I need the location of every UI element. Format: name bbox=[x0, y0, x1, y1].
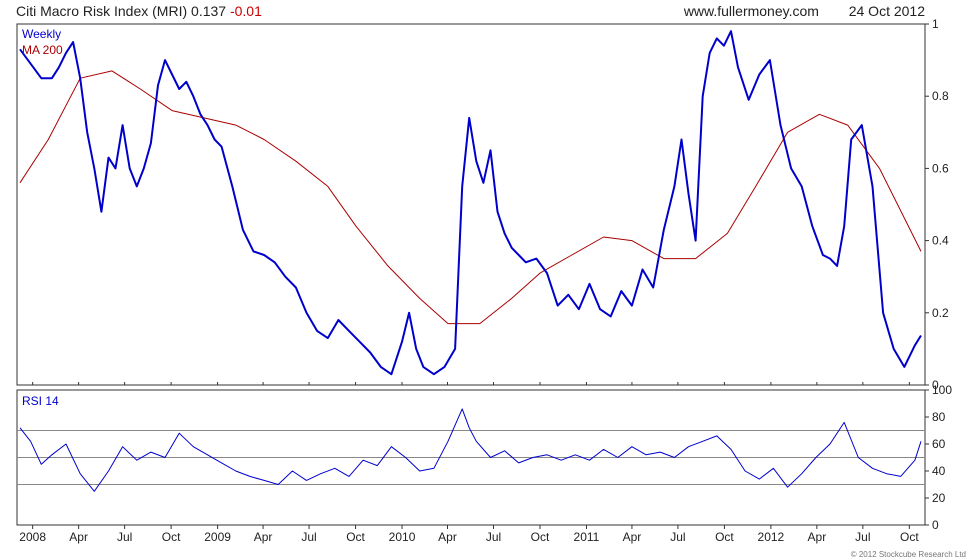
rsi-y-tick-label: 80 bbox=[932, 410, 946, 424]
x-tick-label: Oct bbox=[531, 530, 550, 544]
x-tick-label: Jul bbox=[855, 530, 870, 544]
copyright-note: © 2012 Stockcube Research Ltd bbox=[850, 550, 966, 559]
x-tick-label: Apr bbox=[438, 530, 457, 544]
x-tick-label: Jul bbox=[301, 530, 316, 544]
x-tick-label: Jul bbox=[670, 530, 685, 544]
x-tick-label: Apr bbox=[69, 530, 88, 544]
x-tick-label: Apr bbox=[623, 530, 642, 544]
chart-canvas: 00.20.40.60.810204060801002008 Apr Jul Oct 2… bbox=[16, 17, 952, 544]
main-y-tick-label: 0.6 bbox=[932, 161, 949, 175]
main-y-tick-label: 1 bbox=[932, 17, 939, 31]
x-tick-label: Apr bbox=[254, 530, 273, 544]
legend-ma200: MA 200 bbox=[22, 43, 63, 57]
rsi-y-tick-label: 20 bbox=[932, 491, 946, 505]
x-tick-label: Oct bbox=[346, 530, 365, 544]
x-tick-label: Oct bbox=[715, 530, 734, 544]
x-tick-label: Oct bbox=[162, 530, 181, 544]
legend-weekly: Weekly bbox=[22, 27, 61, 41]
rsi-y-tick-label: 60 bbox=[932, 437, 946, 451]
x-tick-label: Jul bbox=[117, 530, 132, 544]
x-tick-label: 2008 bbox=[19, 530, 46, 544]
main-y-tick-label: 0.2 bbox=[932, 306, 949, 320]
x-tick-label: Jul bbox=[486, 530, 501, 544]
main-y-tick-label: 0.4 bbox=[932, 234, 949, 248]
x-tick-label: 2010 bbox=[389, 530, 416, 544]
legend-rsi14: RSI 14 bbox=[22, 394, 59, 408]
x-tick-label: 2011 bbox=[574, 530, 600, 544]
x-tick-label: 2009 bbox=[204, 530, 231, 544]
main-y-tick-label: 0.8 bbox=[932, 89, 949, 103]
weekly-mri-line bbox=[19, 30, 922, 376]
rsi-y-tick-label: 100 bbox=[932, 383, 952, 397]
x-tick-label: 2012 bbox=[758, 530, 785, 544]
x-tick-label: Apr bbox=[808, 530, 827, 544]
x-tick-label: Oct bbox=[900, 530, 919, 544]
rsi-y-tick-label: 0 bbox=[932, 518, 939, 532]
rsi-y-tick-label: 40 bbox=[932, 464, 946, 478]
rsi14-line bbox=[19, 408, 922, 492]
main-panel-frame bbox=[16, 23, 926, 386]
